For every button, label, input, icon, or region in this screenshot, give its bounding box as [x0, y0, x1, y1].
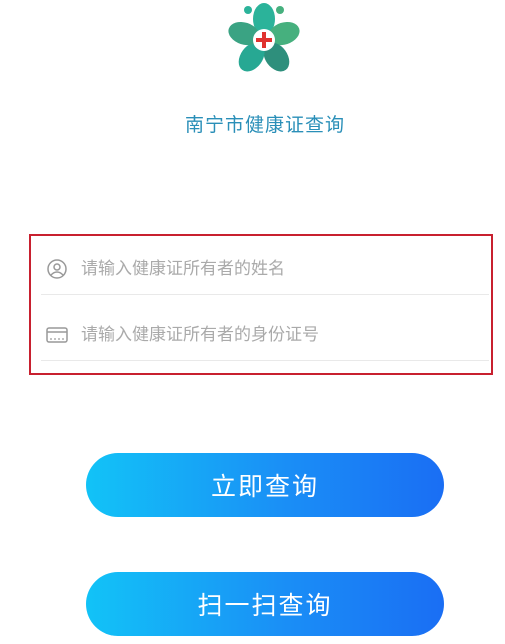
scan-query-button[interactable]: 扫一扫查询 [86, 572, 444, 636]
id-card-icon [43, 324, 71, 346]
query-form [29, 234, 493, 375]
id-number-input[interactable] [81, 325, 461, 345]
name-input[interactable] [81, 259, 461, 279]
page-title: 南宁市健康证查询 [184, 114, 345, 136]
id-number-field [41, 310, 489, 361]
name-field [41, 244, 489, 295]
query-now-button[interactable]: 立即查询 [86, 453, 444, 517]
user-icon [43, 258, 71, 280]
app-logo-icon [228, 3, 300, 72]
